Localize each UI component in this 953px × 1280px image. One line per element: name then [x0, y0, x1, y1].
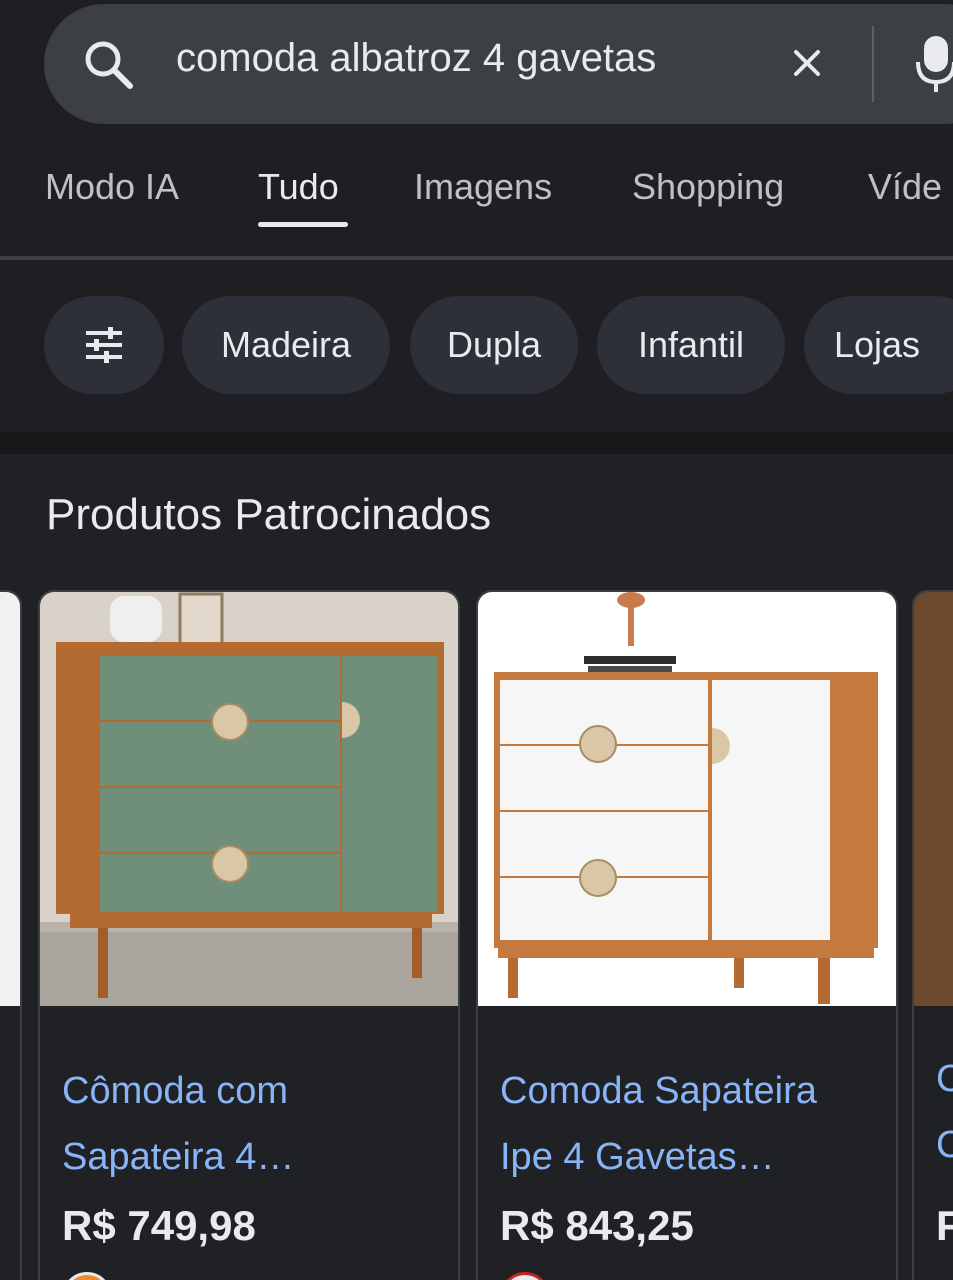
merchant-logo-icon [500, 1272, 550, 1280]
product-title-link[interactable]: Cômoda com Sapateira 4… [62, 1058, 442, 1190]
product-price: R$ 749,98 [62, 1202, 256, 1249]
search-results-page: comoda albatroz 4 gavetas Modo IA Tudo I… [0, 0, 953, 1280]
product-card-partial-left[interactable] [0, 590, 22, 1280]
chip-label: Madeira [220, 324, 352, 365]
chip-label: Infantil [637, 324, 745, 365]
search-tabs: Modo IA Tudo Imagens Shopping Víde [0, 150, 953, 230]
chip-lojas[interactable]: Lojas [804, 296, 953, 394]
product-card-partial-right[interactable]: C C F [912, 590, 953, 1280]
chip-label: Lojas [833, 324, 921, 365]
merchant-logo-icon [62, 1272, 112, 1280]
filter-icon [86, 327, 122, 363]
product-price: F [936, 1202, 953, 1250]
tab-shopping[interactable]: Shopping [632, 166, 784, 208]
tab-tudo[interactable]: Tudo [258, 166, 339, 208]
search-input[interactable]: comoda albatroz 4 gavetas [176, 36, 716, 81]
section-separator [0, 432, 953, 454]
chip-madeira[interactable]: Madeira [182, 296, 390, 394]
product-card[interactable]: Comoda Sapateira Ipe 4 Gavetas… R$ 843,2… [476, 590, 898, 1280]
header: comoda albatroz 4 gavetas Modo IA Tudo I… [0, 0, 953, 260]
filter-settings-button[interactable] [44, 296, 164, 394]
product-image[interactable] [40, 592, 458, 1006]
tab-videos[interactable]: Víde [868, 166, 942, 208]
active-tab-indicator [258, 222, 348, 227]
product-title-link[interactable]: C [936, 1124, 953, 1167]
product-image [0, 592, 20, 1006]
product-title-link[interactable]: Comoda Sapateira Ipe 4 Gavetas… [500, 1058, 880, 1190]
tab-modo-ia[interactable]: Modo IA [45, 166, 179, 208]
section-title: Produtos Patrocinados [46, 490, 492, 539]
tab-imagens[interactable]: Imagens [414, 166, 552, 208]
chip-dupla[interactable]: Dupla [410, 296, 578, 394]
chip-infantil[interactable]: Infantil [597, 296, 785, 394]
sponsored-products: Produtos Patrocinados Cômoda com Sapatei… [0, 454, 953, 1280]
product-card[interactable]: Cômoda com Sapateira 4… R$ 749,98 [38, 590, 460, 1280]
microphone-icon[interactable] [916, 34, 953, 94]
chip-label: Dupla [446, 324, 542, 365]
product-title-link[interactable]: C [936, 1058, 953, 1101]
product-image [914, 592, 953, 1006]
search-icon[interactable] [82, 38, 134, 90]
search-divider [872, 26, 874, 102]
product-price: R$ 843,25 [500, 1202, 694, 1249]
product-image[interactable] [478, 592, 896, 1006]
close-icon[interactable] [788, 44, 826, 82]
filter-chips: Madeira Dupla Infantil Lojas [0, 260, 953, 432]
